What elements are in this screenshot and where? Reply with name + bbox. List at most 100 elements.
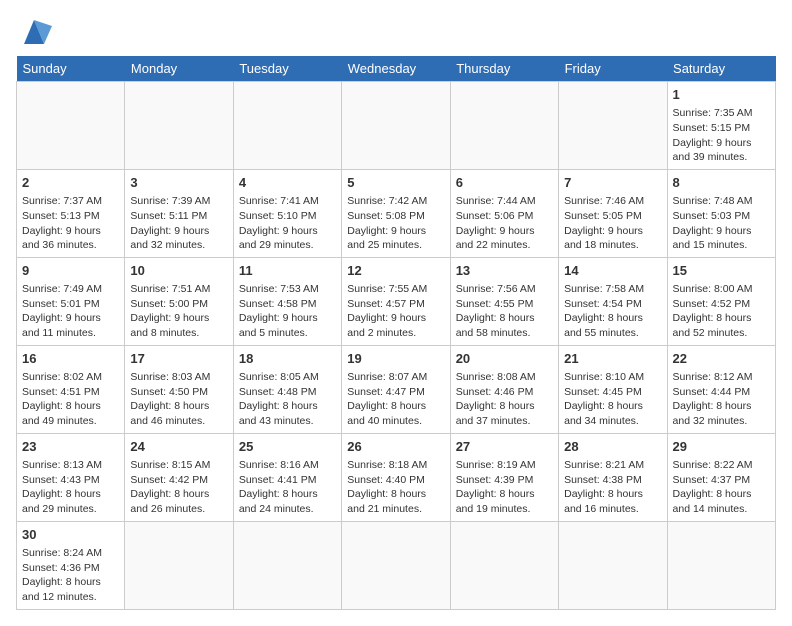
page-header xyxy=(16,16,776,46)
day-info: Sunrise: 8:08 AM Sunset: 4:46 PM Dayligh… xyxy=(456,370,553,429)
day-info: Sunrise: 8:24 AM Sunset: 4:36 PM Dayligh… xyxy=(22,546,119,605)
calendar-cell xyxy=(559,521,667,609)
day-info: Sunrise: 8:03 AM Sunset: 4:50 PM Dayligh… xyxy=(130,370,227,429)
day-of-week-sunday: Sunday xyxy=(17,56,125,82)
day-info: Sunrise: 7:42 AM Sunset: 5:08 PM Dayligh… xyxy=(347,194,444,253)
calendar-cell xyxy=(233,521,341,609)
day-info: Sunrise: 7:39 AM Sunset: 5:11 PM Dayligh… xyxy=(130,194,227,253)
day-number: 19 xyxy=(347,350,444,368)
day-number: 5 xyxy=(347,174,444,192)
day-number: 25 xyxy=(239,438,336,456)
day-number: 27 xyxy=(456,438,553,456)
day-info: Sunrise: 7:58 AM Sunset: 4:54 PM Dayligh… xyxy=(564,282,661,341)
day-number: 24 xyxy=(130,438,227,456)
day-info: Sunrise: 7:56 AM Sunset: 4:55 PM Dayligh… xyxy=(456,282,553,341)
calendar-cell: 1Sunrise: 7:35 AM Sunset: 5:15 PM Daylig… xyxy=(667,82,775,170)
day-info: Sunrise: 8:12 AM Sunset: 4:44 PM Dayligh… xyxy=(673,370,770,429)
day-info: Sunrise: 8:18 AM Sunset: 4:40 PM Dayligh… xyxy=(347,458,444,517)
day-number: 3 xyxy=(130,174,227,192)
calendar-cell: 22 Sunrise: 8:12 AM Sunset: 4:44 PM Dayli… xyxy=(667,345,775,433)
calendar-week-0: 1Sunrise: 7:35 AM Sunset: 5:15 PM Daylig… xyxy=(17,82,776,170)
calendar-cell: 19Sunrise: 8:07 AM Sunset: 4:47 PM Dayli… xyxy=(342,345,450,433)
day-info: Sunrise: 7:41 AM Sunset: 5:10 PM Dayligh… xyxy=(239,194,336,253)
calendar-cell: 25 Sunrise: 8:16 AM Sunset: 4:41 PM Dayli… xyxy=(233,433,341,521)
calendar-week-3: 16Sunrise: 8:02 AM Sunset: 4:51 PM Dayli… xyxy=(17,345,776,433)
day-info: Sunrise: 7:48 AM Sunset: 5:03 PM Dayligh… xyxy=(673,194,770,253)
day-info: Sunrise: 7:53 AM Sunset: 4:58 PM Dayligh… xyxy=(239,282,336,341)
calendar-cell xyxy=(125,82,233,170)
calendar-cell: 27 Sunrise: 8:19 AM Sunset: 4:39 PM Dayli… xyxy=(450,433,558,521)
calendar-cell: 13 Sunrise: 7:56 AM Sunset: 4:55 PM Dayli… xyxy=(450,257,558,345)
day-info: Sunrise: 8:10 AM Sunset: 4:45 PM Dayligh… xyxy=(564,370,661,429)
day-number: 7 xyxy=(564,174,661,192)
day-number: 12 xyxy=(347,262,444,280)
day-number: 28 xyxy=(564,438,661,456)
day-of-week-tuesday: Tuesday xyxy=(233,56,341,82)
logo-icon xyxy=(16,16,52,46)
day-number: 30 xyxy=(22,526,119,544)
calendar-cell: 10Sunrise: 7:51 AM Sunset: 5:00 PM Dayli… xyxy=(125,257,233,345)
calendar-cell xyxy=(450,82,558,170)
calendar-cell xyxy=(342,521,450,609)
day-info: Sunrise: 8:19 AM Sunset: 4:39 PM Dayligh… xyxy=(456,458,553,517)
day-number: 21 xyxy=(564,350,661,368)
day-of-week-friday: Friday xyxy=(559,56,667,82)
day-number: 6 xyxy=(456,174,553,192)
calendar-cell: 3 Sunrise: 7:39 AM Sunset: 5:11 PM Daylig… xyxy=(125,169,233,257)
day-info: Sunrise: 7:55 AM Sunset: 4:57 PM Dayligh… xyxy=(347,282,444,341)
calendar-table: SundayMondayTuesdayWednesdayThursdayFrid… xyxy=(16,56,776,610)
day-number: 17 xyxy=(130,350,227,368)
day-number: 4 xyxy=(239,174,336,192)
calendar-week-4: 23Sunrise: 8:13 AM Sunset: 4:43 PM Dayli… xyxy=(17,433,776,521)
day-number: 18 xyxy=(239,350,336,368)
calendar-cell xyxy=(667,521,775,609)
calendar-cell: 11Sunrise: 7:53 AM Sunset: 4:58 PM Dayli… xyxy=(233,257,341,345)
day-number: 20 xyxy=(456,350,553,368)
day-info: Sunrise: 8:00 AM Sunset: 4:52 PM Dayligh… xyxy=(673,282,770,341)
calendar-cell: 5 Sunrise: 7:42 AM Sunset: 5:08 PM Daylig… xyxy=(342,169,450,257)
calendar-cell: 26 Sunrise: 8:18 AM Sunset: 4:40 PM Dayli… xyxy=(342,433,450,521)
calendar-cell: 16Sunrise: 8:02 AM Sunset: 4:51 PM Dayli… xyxy=(17,345,125,433)
calendar-cell: 30 Sunrise: 8:24 AM Sunset: 4:36 PM Dayli… xyxy=(17,521,125,609)
logo xyxy=(16,16,58,46)
calendar-cell: 4 Sunrise: 7:41 AM Sunset: 5:10 PM Daylig… xyxy=(233,169,341,257)
calendar-cell xyxy=(125,521,233,609)
day-number: 16 xyxy=(22,350,119,368)
calendar-cell: 21 Sunrise: 8:10 AM Sunset: 4:45 PM Dayli… xyxy=(559,345,667,433)
day-number: 10 xyxy=(130,262,227,280)
day-of-week-monday: Monday xyxy=(125,56,233,82)
day-of-week-wednesday: Wednesday xyxy=(342,56,450,82)
day-info: Sunrise: 7:49 AM Sunset: 5:01 PM Dayligh… xyxy=(22,282,119,341)
calendar-cell xyxy=(450,521,558,609)
calendar-cell: 2Sunrise: 7:37 AM Sunset: 5:13 PM Daylig… xyxy=(17,169,125,257)
calendar-cell: 15Sunrise: 8:00 AM Sunset: 4:52 PM Dayli… xyxy=(667,257,775,345)
day-info: Sunrise: 8:16 AM Sunset: 4:41 PM Dayligh… xyxy=(239,458,336,517)
calendar-cell: 8Sunrise: 7:48 AM Sunset: 5:03 PM Daylig… xyxy=(667,169,775,257)
day-number: 13 xyxy=(456,262,553,280)
calendar-cell xyxy=(17,82,125,170)
day-of-week-saturday: Saturday xyxy=(667,56,775,82)
day-info: Sunrise: 7:46 AM Sunset: 5:05 PM Dayligh… xyxy=(564,194,661,253)
day-number: 29 xyxy=(673,438,770,456)
day-number: 26 xyxy=(347,438,444,456)
day-info: Sunrise: 7:44 AM Sunset: 5:06 PM Dayligh… xyxy=(456,194,553,253)
calendar-week-2: 9 Sunrise: 7:49 AM Sunset: 5:01 PM Daylig… xyxy=(17,257,776,345)
calendar-cell: 12 Sunrise: 7:55 AM Sunset: 4:57 PM Dayli… xyxy=(342,257,450,345)
calendar-cell: 17 Sunrise: 8:03 AM Sunset: 4:50 PM Dayli… xyxy=(125,345,233,433)
calendar-cell: 18Sunrise: 8:05 AM Sunset: 4:48 PM Dayli… xyxy=(233,345,341,433)
calendar-cell: 7 Sunrise: 7:46 AM Sunset: 5:05 PM Daylig… xyxy=(559,169,667,257)
calendar-cell: 14Sunrise: 7:58 AM Sunset: 4:54 PM Dayli… xyxy=(559,257,667,345)
calendar-cell xyxy=(559,82,667,170)
calendar-body: 1Sunrise: 7:35 AM Sunset: 5:15 PM Daylig… xyxy=(17,82,776,610)
calendar-cell: 28Sunrise: 8:21 AM Sunset: 4:38 PM Dayli… xyxy=(559,433,667,521)
calendar-cell: 9 Sunrise: 7:49 AM Sunset: 5:01 PM Daylig… xyxy=(17,257,125,345)
calendar-cell: 20 Sunrise: 8:08 AM Sunset: 4:46 PM Dayli… xyxy=(450,345,558,433)
calendar-cell: 24 Sunrise: 8:15 AM Sunset: 4:42 PM Dayli… xyxy=(125,433,233,521)
day-number: 22 xyxy=(673,350,770,368)
calendar-week-5: 30 Sunrise: 8:24 AM Sunset: 4:36 PM Dayli… xyxy=(17,521,776,609)
calendar-cell: 23Sunrise: 8:13 AM Sunset: 4:43 PM Dayli… xyxy=(17,433,125,521)
day-info: Sunrise: 8:15 AM Sunset: 4:42 PM Dayligh… xyxy=(130,458,227,517)
calendar-cell xyxy=(342,82,450,170)
day-number: 9 xyxy=(22,262,119,280)
calendar-cell: 29Sunrise: 8:22 AM Sunset: 4:37 PM Dayli… xyxy=(667,433,775,521)
